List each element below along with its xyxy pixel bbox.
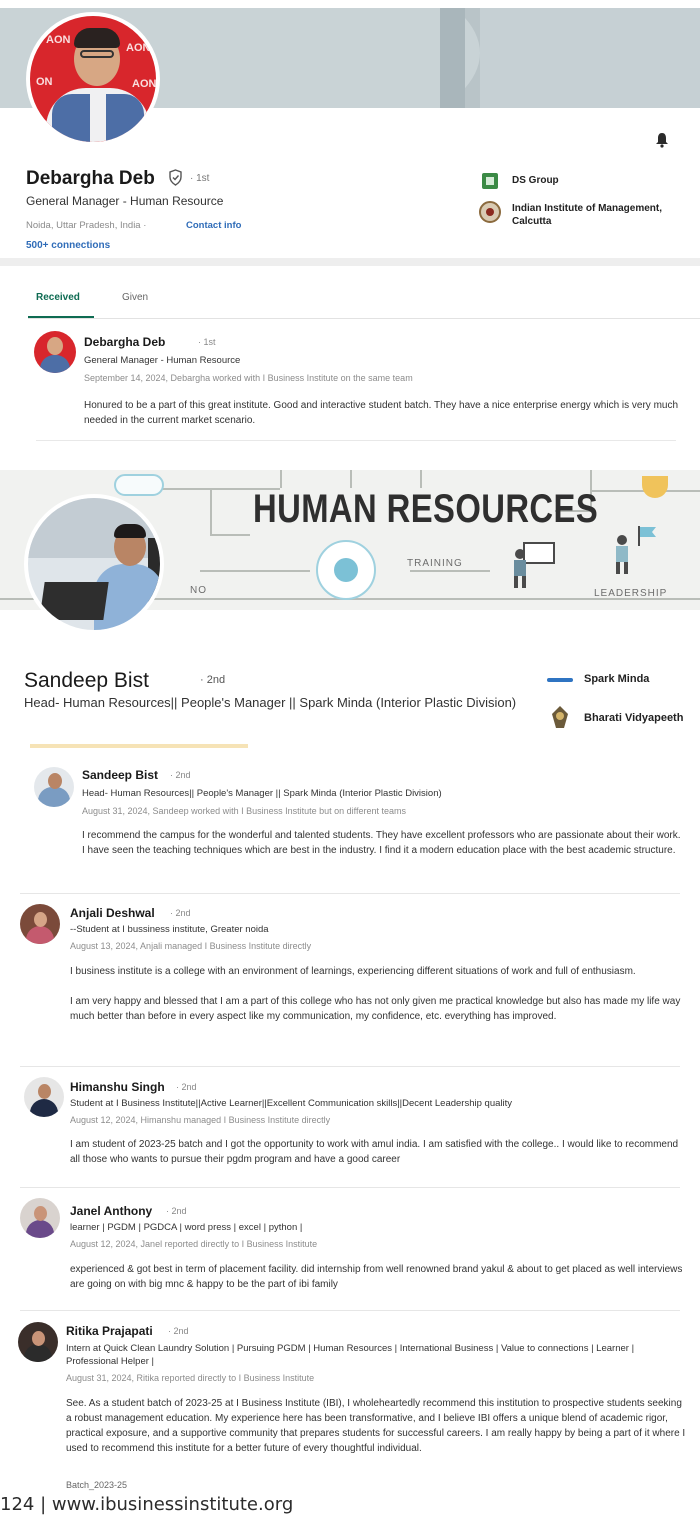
reviewer-headline: General Manager - Human Resource: [84, 355, 241, 366]
gear-icon: [316, 540, 376, 600]
review-divider: [20, 1310, 680, 1311]
recommendation-date: August 13, 2024, Anjali managed I Busine…: [70, 941, 312, 951]
leader-icon: [616, 535, 628, 574]
avatar[interactable]: AON AON ON AON: [26, 12, 160, 146]
review-divider: [20, 893, 680, 894]
org-ds-group[interactable]: DS Group: [512, 175, 559, 186]
recommendation-date: August 31, 2024, Sandeep worked with I B…: [82, 806, 407, 816]
reviewer-headline: Head- Human Resources|| People's Manager…: [82, 788, 442, 799]
reviewer-name[interactable]: Himanshu Singh: [70, 1080, 165, 1094]
reviewer-headline: learner | PGDM | PGDCA | word press | ex…: [70, 1222, 303, 1233]
recommendation-text: See. As a student batch of 2023-25 at I …: [66, 1398, 686, 1454]
profile-name: Debargha Deb: [26, 168, 155, 189]
reviewer-degree: · 1st: [198, 337, 216, 347]
bharati-vidyapeeth-logo-icon: [552, 706, 568, 728]
banner-word-leadership: LEADERSHIP: [594, 588, 668, 599]
review-divider: [20, 1187, 680, 1188]
profile-location: Noida, Uttar Pradesh, India ·: [26, 220, 147, 231]
reviewer-name[interactable]: Janel Anthony: [70, 1204, 152, 1218]
reviewer-avatar[interactable]: [20, 904, 60, 944]
reviewer-avatar[interactable]: [20, 1198, 60, 1238]
profile-headline: General Manager - Human Resource: [26, 194, 224, 208]
profile-headline: Head- Human Resources|| People's Manager…: [24, 695, 517, 710]
recommendation-date: August 12, 2024, Himanshu managed I Busi…: [70, 1115, 331, 1125]
reviewer-name[interactable]: Debargha Deb: [84, 335, 165, 349]
profile-name: Sandeep Bist: [24, 669, 149, 692]
card-divider: [36, 440, 676, 441]
org-spark-minda[interactable]: Spark Minda: [584, 673, 649, 685]
reviewer-name[interactable]: Sandeep Bist: [82, 768, 158, 782]
tab-divider: [28, 318, 700, 319]
reviewer-avatar[interactable]: [34, 331, 76, 373]
recommendation-text: I business institute is a college with a…: [70, 966, 636, 977]
ds-group-logo-icon: [482, 173, 498, 189]
reviewer-avatar[interactable]: [34, 767, 74, 807]
verified-shield-icon: [169, 169, 182, 186]
tab-received[interactable]: Received: [36, 292, 80, 303]
recommendation-text: I recommend the campus for the wonderful…: [82, 830, 681, 856]
reviewer-headline: Student at I Business Institute||Active …: [70, 1098, 513, 1109]
reviewer-avatar[interactable]: [18, 1322, 58, 1362]
avatar[interactable]: [24, 494, 164, 634]
recommendation-text-continued: I am very happy and blessed that I am a …: [70, 996, 681, 1022]
connections-link[interactable]: 500+ connections: [26, 240, 110, 251]
connection-degree: · 2nd: [200, 674, 226, 686]
reviewer-degree: · 2nd: [168, 1326, 189, 1336]
batch-label: Batch_2023-25: [66, 1480, 128, 1490]
banner-title: HUMAN RESOURCES: [253, 487, 599, 531]
recommendation-date: September 14, 2024, Debargha worked with…: [84, 373, 413, 383]
connection-degree: · 1st: [190, 173, 210, 184]
reviewer-headline: Intern at Quick Clean Laundry Solution |…: [66, 1343, 635, 1367]
section-divider: [0, 258, 700, 266]
cloud-icon: [114, 474, 164, 496]
reviewer-degree: · 2nd: [176, 1082, 197, 1092]
recommendation-text: I am student of 2023-25 batch and I got …: [70, 1139, 679, 1165]
iim-calcutta-logo-icon: [479, 201, 501, 223]
reviewer-name[interactable]: Anjali Deshwal: [70, 906, 155, 920]
spark-minda-logo-icon: [547, 678, 573, 682]
recommendation-date: August 31, 2024, Ritika reported directl…: [66, 1373, 315, 1383]
reviewer-degree: · 2nd: [166, 1206, 187, 1216]
contact-info-link[interactable]: Contact info: [186, 220, 241, 231]
banner-word-training: TRAINING: [407, 558, 463, 569]
recommendation-text: experienced & got best in term of placem…: [70, 1264, 683, 1290]
reviewer-name[interactable]: Ritika Prajapati: [66, 1324, 153, 1338]
page-footer: 124 | www.ibusinessinstitute.org: [0, 1494, 294, 1515]
recommendation-date: August 12, 2024, Janel reported directly…: [70, 1239, 318, 1249]
reviewer-degree: · 2nd: [170, 770, 191, 780]
highlight-bar: [30, 744, 248, 748]
review-divider: [20, 1066, 680, 1067]
recommendation-text: Honured to be a part of this great insti…: [84, 400, 679, 426]
trainer-icon: [514, 549, 526, 588]
org-iim-calcutta[interactable]: Indian Institute of Management, Calcutta: [512, 202, 662, 228]
reviewer-avatar[interactable]: [24, 1077, 64, 1117]
org-bharati-vidyapeeth[interactable]: Bharati Vidyapeeth: [584, 712, 683, 724]
flag-icon: [638, 526, 656, 546]
reviewer-degree: · 2nd: [170, 908, 191, 918]
bell-icon[interactable]: [655, 132, 669, 148]
reviewer-headline: --Student at I bussiness institute, Grea…: [70, 924, 269, 935]
tab-given[interactable]: Given: [122, 292, 148, 303]
banner-word-fragment: NO: [190, 585, 207, 596]
